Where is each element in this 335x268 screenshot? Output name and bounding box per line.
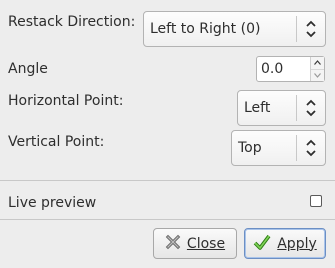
close-button[interactable]: Close xyxy=(153,228,237,259)
apply-button[interactable]: Apply xyxy=(244,228,326,259)
horizontal-point-combo[interactable]: Left xyxy=(237,90,326,126)
spin-up-icon[interactable] xyxy=(311,57,324,69)
horizontal-point-value: Left xyxy=(244,100,271,116)
vertical-point-combo[interactable]: Top xyxy=(231,130,326,166)
chevron-up-down-icon xyxy=(297,139,325,157)
restack-direction-combo[interactable]: Left to Right (0) xyxy=(143,11,326,47)
close-x-icon xyxy=(165,234,181,254)
restack-direction-label: Restack Direction: xyxy=(8,14,136,30)
angle-input[interactable]: 0.0 xyxy=(257,57,310,81)
close-button-label: Close xyxy=(186,235,226,252)
angle-label: Angle xyxy=(8,61,48,77)
angle-spinbox[interactable]: 0.0 xyxy=(256,56,325,82)
spin-down-icon[interactable] xyxy=(311,68,324,81)
horizontal-point-label: Horizontal Point: xyxy=(8,93,124,109)
chevron-up-down-icon xyxy=(297,99,325,117)
chevron-up-down-icon xyxy=(297,20,325,38)
apply-button-label: Apply xyxy=(277,235,317,252)
vertical-point-label: Vertical Point: xyxy=(8,134,105,150)
live-preview-checkbox[interactable] xyxy=(310,195,322,207)
separator-bottom xyxy=(0,219,335,220)
separator-top xyxy=(0,180,335,181)
vertical-point-value: Top xyxy=(238,140,262,156)
live-preview-label: Live preview xyxy=(8,195,97,211)
restack-direction-value: Left to Right (0) xyxy=(150,21,261,37)
angle-spin-buttons xyxy=(310,57,324,81)
checkmark-icon xyxy=(253,234,271,254)
